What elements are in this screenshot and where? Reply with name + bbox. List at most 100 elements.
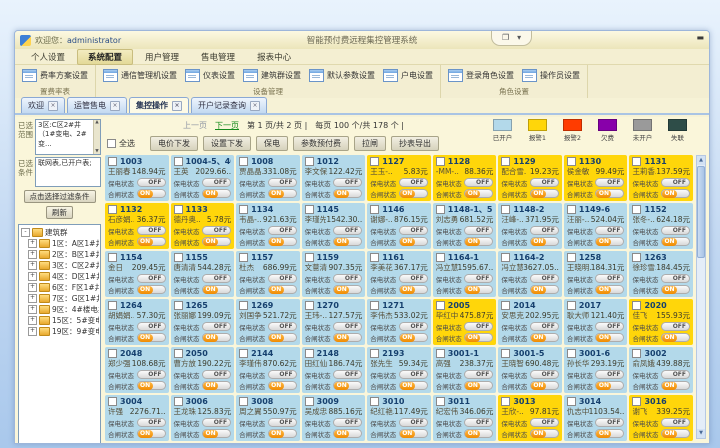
select-all[interactable]: 全选 [107, 138, 135, 149]
hezha-toggle[interactable]: ON [399, 237, 428, 246]
baodian-toggle[interactable]: OFF [530, 274, 559, 283]
meter-card[interactable]: 2014安思克202.95元保电状态OFF合闸状态ON [498, 299, 562, 345]
tree-item-0[interactable]: +1区：A区1#井 [21, 238, 99, 249]
hezha-toggle[interactable]: ON [530, 381, 559, 390]
scroll-down-icon[interactable]: ▼ [697, 429, 705, 438]
card-checkbox[interactable] [567, 349, 576, 358]
meter-card[interactable]: 2005毕红中475.87元保电状态OFF合闸状态ON [433, 299, 497, 345]
card-checkbox[interactable] [632, 397, 641, 406]
baodian-toggle[interactable]: OFF [399, 370, 428, 379]
meter-card[interactable]: 1265张丽娜199.09元保电状态OFF合闸状态ON [171, 299, 235, 345]
hezha-toggle[interactable]: ON [333, 189, 362, 198]
card-checkbox[interactable] [632, 253, 641, 262]
baodian-toggle[interactable]: OFF [399, 226, 428, 235]
baodian-toggle[interactable]: OFF [661, 370, 690, 379]
card-checkbox[interactable] [632, 349, 641, 358]
meter-card[interactable]: 1146谢娜-..876.15元保电状态OFF合闸状态ON [367, 203, 431, 249]
baodian-toggle[interactable]: OFF [268, 274, 297, 283]
baodian-toggle[interactable]: OFF [464, 370, 493, 379]
meter-card[interactable]: 3001-5王晓智690.48元保电状态OFF合闸状态ON [498, 347, 562, 393]
meter-card[interactable]: 1269刘国争521.72元保电状态OFF合闸状态ON [236, 299, 300, 345]
hezha-toggle[interactable]: ON [202, 285, 231, 294]
action-button-5[interactable]: 抄表导出 [391, 136, 439, 151]
baodian-toggle[interactable]: OFF [268, 322, 297, 331]
hezha-toggle[interactable]: ON [268, 381, 297, 390]
card-checkbox[interactable] [239, 205, 248, 214]
meter-card[interactable]: 2050曹方放190.22元保电状态OFF合闸状态ON [171, 347, 235, 393]
baodian-toggle[interactable]: OFF [530, 226, 559, 235]
hezha-toggle[interactable]: ON [661, 189, 690, 198]
baodian-toggle[interactable]: OFF [333, 226, 362, 235]
menu-item-2[interactable]: 用户管理 [135, 50, 189, 64]
hezha-toggle[interactable]: ON [595, 381, 624, 390]
baodian-toggle[interactable]: OFF [595, 178, 624, 187]
box-scrollbar[interactable]: ▲ ▼ [93, 120, 100, 154]
baodian-toggle[interactable]: OFF [333, 370, 362, 379]
card-checkbox[interactable] [174, 301, 183, 310]
tree-item-2[interactable]: +3区：C区2#井（1#... [21, 260, 99, 271]
baodian-toggle[interactable]: OFF [202, 370, 231, 379]
meter-card[interactable]: 1131王莉香..137.59元保电状态OFF合闸状态ON [629, 155, 693, 201]
card-checkbox[interactable] [501, 397, 510, 406]
hezha-toggle[interactable]: ON [464, 285, 493, 294]
ribbon-button[interactable]: 通信管理机设置 [99, 67, 181, 84]
card-checkbox[interactable] [632, 157, 641, 166]
hezha-toggle[interactable]: ON [333, 429, 362, 438]
baodian-toggle[interactable]: OFF [333, 322, 362, 331]
tab-2[interactable]: 集控操作× [129, 97, 189, 113]
scrollbar-thumb[interactable] [697, 166, 705, 258]
ribbon-button[interactable]: 仪表设置 [181, 67, 239, 84]
meter-card[interactable]: 1148-1、522刘志勇681.52元保电状态OFF合闸状态ON [433, 203, 497, 249]
card-checkbox[interactable] [174, 349, 183, 358]
meter-card[interactable]: 2144李瑾伟870.62元保电状态OFF合闸状态ON [236, 347, 300, 393]
baodian-toggle[interactable]: OFF [661, 418, 690, 427]
close-icon[interactable]: × [48, 101, 58, 111]
tree-item-4[interactable]: +6区：F区1#井（F区... [21, 282, 99, 293]
card-checkbox[interactable] [501, 301, 510, 310]
hezha-toggle[interactable]: ON [464, 333, 493, 342]
card-checkbox[interactable] [436, 301, 445, 310]
card-checkbox[interactable] [436, 157, 445, 166]
meter-card[interactable]: 3008周之翼550.97元保电状态OFF合闸状态ON [236, 395, 300, 441]
hezha-toggle[interactable]: ON [464, 237, 493, 246]
tab-1[interactable]: 运管售电× [67, 97, 127, 113]
selected-range-box[interactable]: 3区:C区2#井（1#变电、2#变... ▲ ▼ [35, 119, 101, 155]
meter-card[interactable]: 1130侯金敏99.49元保电状态OFF合闸状态ON [564, 155, 628, 201]
card-checkbox[interactable] [567, 205, 576, 214]
card-checkbox[interactable] [501, 253, 510, 262]
baodian-toggle[interactable]: OFF [595, 274, 624, 283]
baodian-toggle[interactable]: OFF [333, 178, 362, 187]
baodian-toggle[interactable]: OFF [464, 178, 493, 187]
meter-card[interactable]: 1003王丽春148.94元保电状态OFF合闸状态ON [105, 155, 169, 201]
menu-item-3[interactable]: 售电管理 [191, 50, 245, 64]
meter-card[interactable]: 1152张冬-..624.18元保电状态OFF合闸状态ON [629, 203, 693, 249]
baodian-toggle[interactable]: OFF [202, 178, 231, 187]
expand-icon[interactable]: + [28, 283, 37, 292]
hezha-toggle[interactable]: ON [268, 189, 297, 198]
card-checkbox[interactable] [436, 253, 445, 262]
hezha-toggle[interactable]: ON [137, 285, 166, 294]
prev-page-link[interactable]: 上一页 [183, 120, 207, 131]
meter-card[interactable]: 1127王玉-..5.83元保电状态OFF合闸状态ON [367, 155, 431, 201]
action-button-0[interactable]: 电价下发 [150, 136, 198, 151]
hezha-toggle[interactable]: ON [661, 285, 690, 294]
hezha-toggle[interactable]: ON [595, 333, 624, 342]
baodian-toggle[interactable]: OFF [399, 418, 428, 427]
selected-cond-box[interactable]: 联网表,已开户表; [35, 157, 101, 187]
meter-card[interactable]: 1157杜杰686.99元保电状态OFF合闸状态ON [236, 251, 300, 297]
baodian-toggle[interactable]: OFF [202, 418, 231, 427]
baodian-toggle[interactable]: OFF [333, 274, 362, 283]
card-checkbox[interactable] [174, 157, 183, 166]
expand-icon[interactable]: + [28, 305, 37, 314]
card-checkbox[interactable] [305, 301, 314, 310]
card-checkbox[interactable] [436, 349, 445, 358]
card-checkbox[interactable] [305, 349, 314, 358]
baodian-toggle[interactable]: OFF [268, 178, 297, 187]
baodian-toggle[interactable]: OFF [268, 418, 297, 427]
card-checkbox[interactable] [108, 253, 117, 262]
meter-card[interactable]: 3011纪宏伟346.06元保电状态OFF合闸状态ON [433, 395, 497, 441]
baodian-toggle[interactable]: OFF [464, 226, 493, 235]
baodian-toggle[interactable]: OFF [661, 274, 690, 283]
hezha-toggle[interactable]: ON [595, 237, 624, 246]
hezha-toggle[interactable]: ON [268, 429, 297, 438]
